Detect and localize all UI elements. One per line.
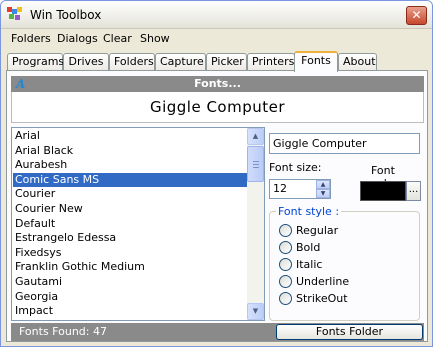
status-bar: Fonts Found: 47 Fonts Folder <box>11 323 424 341</box>
radio-regular-label: Regular <box>296 224 339 237</box>
font-list-item[interactable]: Latha <box>13 319 247 320</box>
spin-down-icon[interactable]: ▼ <box>316 189 330 198</box>
font-color-button[interactable]: ... <box>406 181 421 201</box>
font-options-pane: Giggle Computer Font size: Font color 12… <box>269 127 425 321</box>
font-letter-icon: A <box>16 77 26 91</box>
font-listbox[interactable]: Arial Arial Black Aurabesh Comic Sans MS Cou… <box>11 127 265 321</box>
radio-strikeout-label: StrikeOut <box>296 292 348 305</box>
font-list-item[interactable]: Aurabesh <box>13 158 247 173</box>
tab-programs[interactable]: Programs <box>7 53 64 71</box>
fonts-folder-button[interactable]: Fonts Folder <box>276 324 423 340</box>
font-size-label: Font size: <box>269 161 322 174</box>
tab-printers[interactable]: Printers <box>247 53 295 71</box>
fonts-header-title: Fonts... <box>194 77 241 90</box>
font-size-stepper[interactable]: 12 ▲ ▼ <box>269 179 331 199</box>
font-list-item[interactable]: Courier <box>13 187 247 202</box>
font-list-item[interactable]: Fixedsys <box>13 246 247 261</box>
menu-bar: Folders Dialogs Clear Show <box>1 29 432 49</box>
font-style-group: Font style : Regular Bold Italic Underli… <box>269 205 420 321</box>
font-preview-text: Giggle Computer <box>149 98 286 116</box>
radio-button-icon[interactable] <box>279 292 292 305</box>
tab-fonts[interactable]: Fonts <box>294 51 338 72</box>
scroll-thumb[interactable] <box>247 146 264 182</box>
scroll-down-arrow-icon[interactable]: ▼ <box>247 303 264 320</box>
window-title: Win Toolbox <box>30 8 102 22</box>
radio-button-icon[interactable] <box>279 275 292 288</box>
tab-strip: Programs Drives Folders Capture Picker P… <box>7 51 427 72</box>
font-list-item[interactable]: Arial Black <box>13 144 247 159</box>
font-list-item[interactable]: Estrangelo Edessa <box>13 231 247 246</box>
font-list-item[interactable]: Comic Sans MS <box>13 172 247 188</box>
spin-up-icon[interactable]: ▲ <box>316 180 330 189</box>
app-toolbox-icon <box>7 7 23 23</box>
radio-underline-label: Underline <box>296 275 350 288</box>
tab-folders[interactable]: Folders <box>109 53 155 71</box>
app-window: Win Toolbox ✕ Folders Dialogs Clear Show… <box>0 0 433 347</box>
font-style-legend: Font style : <box>276 205 342 218</box>
font-list-scrollbar[interactable]: ▲ ▼ <box>247 128 264 320</box>
tab-drives[interactable]: Drives <box>63 53 109 71</box>
fonts-found-count: Fonts Found: 47 <box>19 325 107 338</box>
radio-button-icon[interactable] <box>279 241 292 254</box>
tab-about[interactable]: About <box>338 53 377 71</box>
radio-italic-label: Italic <box>296 258 323 271</box>
menu-dialogs[interactable]: Dialogs <box>57 32 98 45</box>
font-list-item[interactable]: Franklin Gothic Medium <box>13 260 247 275</box>
fonts-panel: A Fonts... Giggle Computer Arial Arial Bl… <box>6 70 428 342</box>
font-color-swatch <box>360 181 406 201</box>
menu-show[interactable]: Show <box>140 32 170 45</box>
font-preview: Giggle Computer <box>11 92 424 123</box>
tab-capture[interactable]: Capture <box>155 53 206 71</box>
scroll-up-arrow-icon[interactable]: ▲ <box>247 128 264 145</box>
close-button[interactable]: ✕ <box>406 6 427 25</box>
font-list-item[interactable]: Arial <box>13 129 247 144</box>
tab-picker[interactable]: Picker <box>206 53 247 71</box>
close-icon: ✕ <box>411 8 422 22</box>
fonts-header-bar: A Fonts... <box>11 76 424 92</box>
radio-button-icon[interactable] <box>279 258 292 271</box>
radio-button-icon[interactable] <box>279 224 292 237</box>
font-list-item[interactable]: Courier New <box>13 202 247 217</box>
font-list-item[interactable]: Gautami <box>13 275 247 290</box>
title-bar[interactable]: Win Toolbox ✕ <box>1 1 432 29</box>
font-list-item[interactable]: Default <box>13 217 247 232</box>
sample-text-input[interactable]: Giggle Computer <box>269 133 420 154</box>
radio-bold-label: Bold <box>296 241 321 254</box>
menu-folders[interactable]: Folders <box>11 32 51 45</box>
font-list-items: Arial Arial Black Aurabesh Comic Sans MS Cou… <box>13 129 247 320</box>
font-size-value: 12 <box>273 182 287 195</box>
font-list-item[interactable]: Impact <box>13 304 247 319</box>
menu-clear[interactable]: Clear <box>103 32 132 45</box>
font-list-item[interactable]: Georgia <box>13 290 247 305</box>
